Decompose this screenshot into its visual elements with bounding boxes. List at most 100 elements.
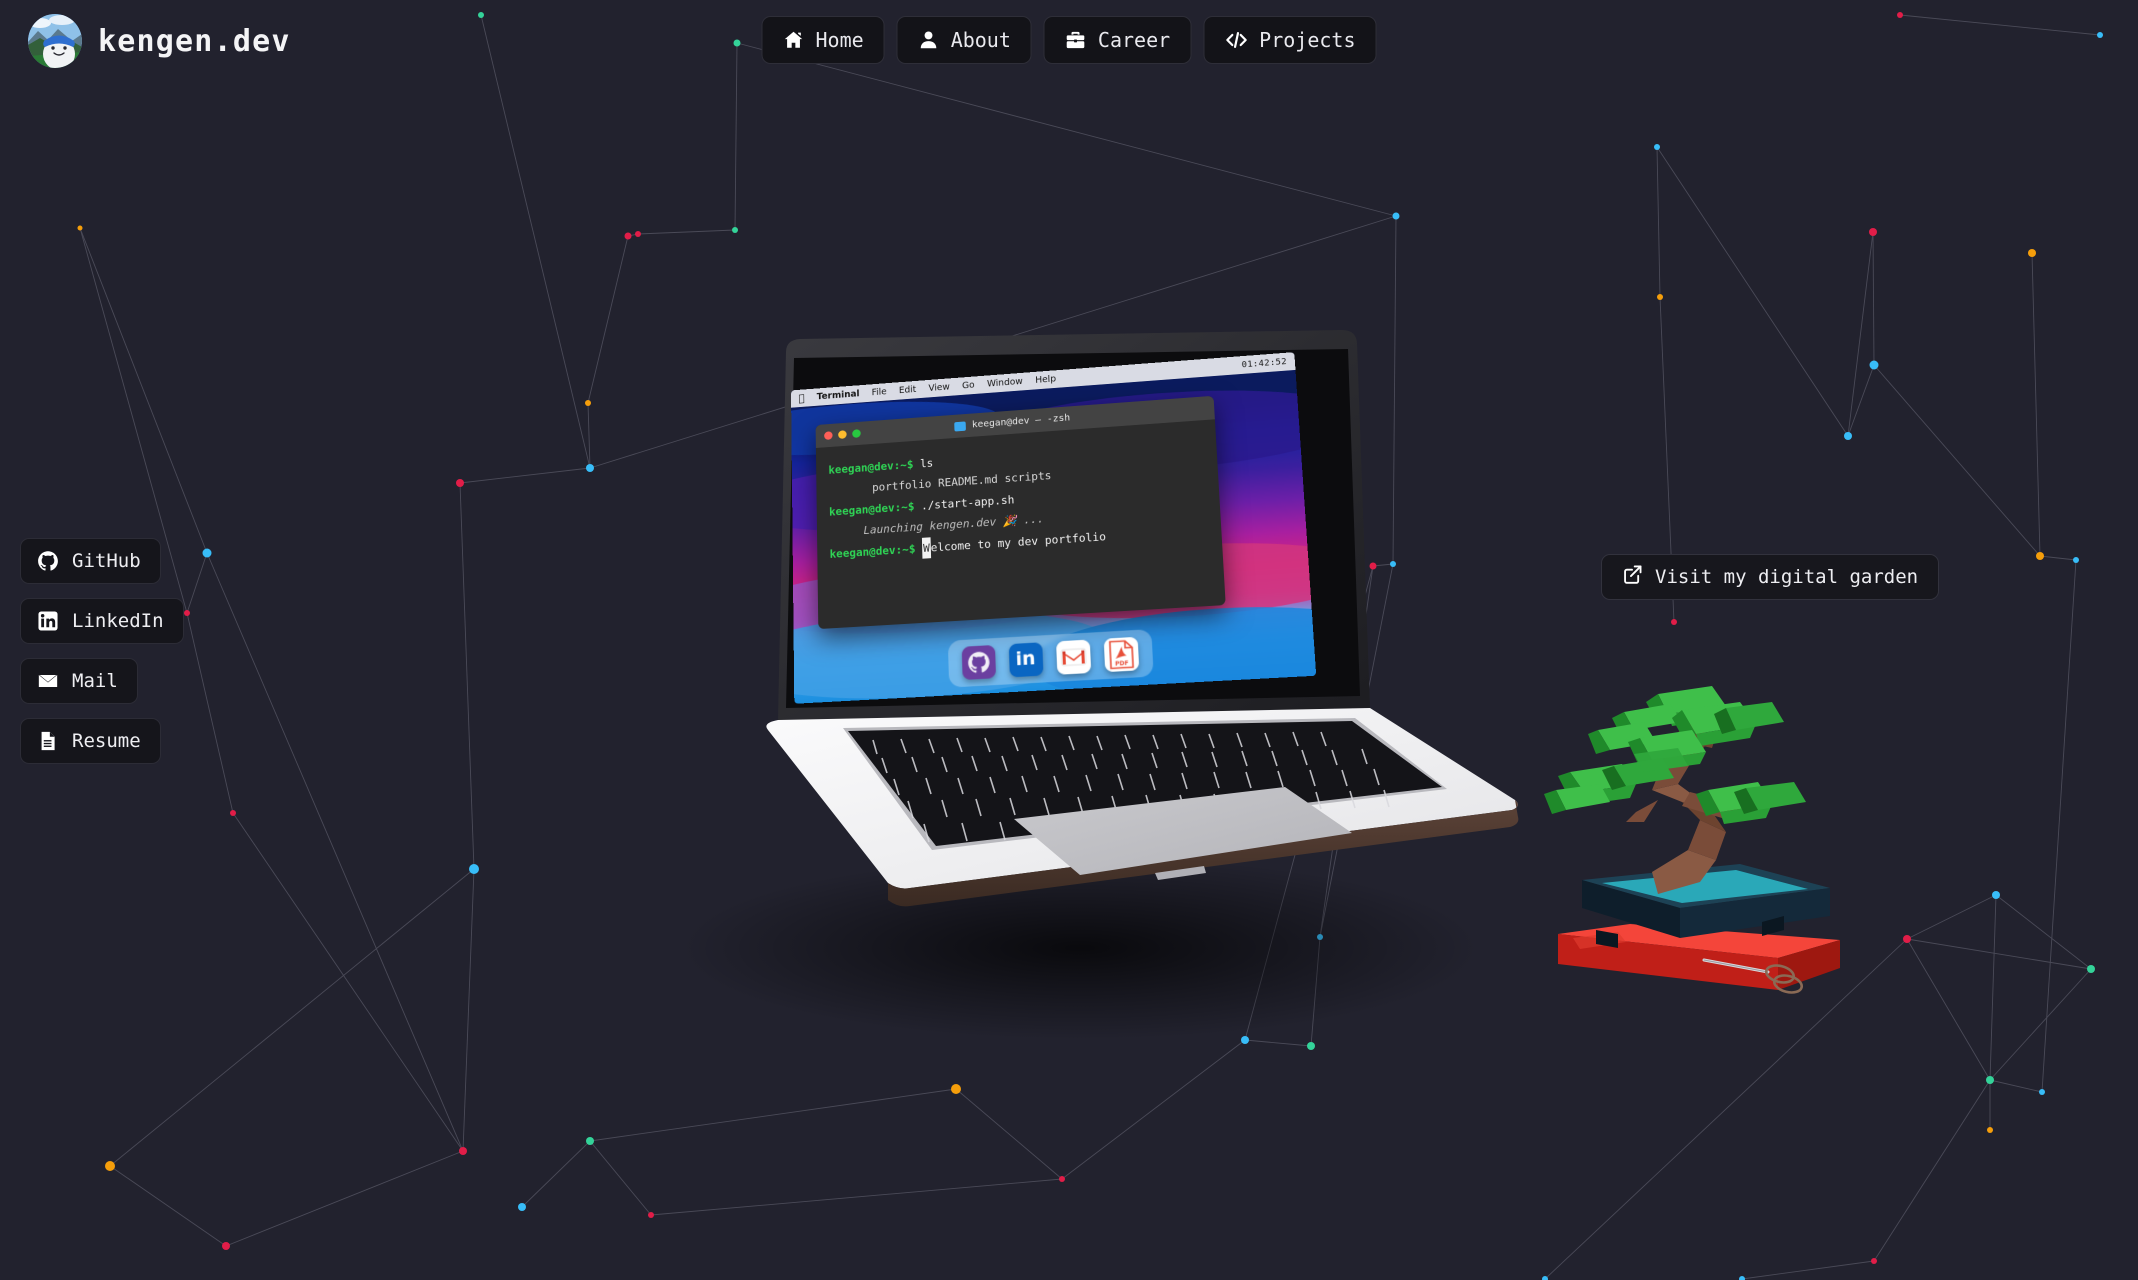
- constellation-link: [1906, 938, 2092, 970]
- constellation-node: [624, 232, 632, 240]
- constellation-node: [2073, 557, 2079, 563]
- constellation-node: [586, 1137, 594, 1145]
- brand-logo[interactable]: kengen.dev: [28, 14, 291, 68]
- avatar: [28, 14, 82, 68]
- constellation-link: [1989, 894, 1997, 1081]
- constellation-link: [955, 1088, 1063, 1180]
- constellation-node: [77, 225, 83, 231]
- constellation-node: [1844, 432, 1852, 440]
- external-link-icon: [1622, 564, 1643, 590]
- code-brackets-icon: [1224, 29, 1248, 51]
- constellation-node: [2039, 1089, 2045, 1095]
- nav-item-label: Home: [815, 28, 864, 52]
- constellation-node: [1739, 1276, 1745, 1280]
- constellation-node: [2036, 552, 2044, 560]
- constellation-node: [1657, 294, 1663, 300]
- envelope-icon: [37, 670, 59, 692]
- social-link-label: Mail: [72, 670, 118, 692]
- constellation-link: [1872, 231, 1875, 366]
- constellation-node: [1871, 1258, 1877, 1264]
- constellation-node: [222, 1242, 230, 1250]
- social-link-label: GitHub: [72, 550, 141, 572]
- constellation-link: [109, 868, 475, 1167]
- home-icon: [783, 29, 805, 51]
- constellation-node: [2028, 249, 2036, 257]
- nav-item-career[interactable]: Career: [1043, 16, 1192, 64]
- bonsai-tree-illustration: [1544, 686, 1840, 994]
- constellation-link: [232, 812, 464, 1152]
- constellation-link: [637, 229, 736, 235]
- document-icon: [37, 730, 59, 752]
- constellation-node: [469, 864, 479, 874]
- constellation-link: [225, 1150, 464, 1247]
- laptop-bezel: [786, 349, 1360, 708]
- constellation-link: [650, 1178, 1063, 1216]
- constellation-link: [2039, 555, 2077, 561]
- nav-item-label: About: [950, 28, 1011, 52]
- constellation-node: [586, 464, 594, 472]
- nav-item-projects[interactable]: Projects: [1203, 16, 1377, 64]
- constellation-node: [518, 1203, 526, 1211]
- constellation-link: [2031, 252, 2041, 557]
- social-link-resume[interactable]: Resume: [20, 718, 161, 764]
- constellation-link: [459, 467, 591, 484]
- laptop-3d-model:  Terminal File Edit View Go Window Help…: [610, 330, 1550, 1050]
- social-link-label: LinkedIn: [72, 610, 164, 632]
- constellation-node: [648, 1212, 654, 1218]
- constellation-link: [1847, 231, 1874, 437]
- nav-item-home[interactable]: Home: [761, 16, 885, 64]
- constellation-node: [635, 231, 641, 237]
- social-link-label: Resume: [72, 730, 141, 752]
- visit-digital-garden-label: Visit my digital garden: [1655, 566, 1919, 588]
- constellation-node: [1392, 212, 1400, 220]
- page-root: kengen.dev Home About Career Projects Gi…: [0, 0, 2138, 1280]
- constellation-node: [1059, 1176, 1065, 1182]
- constellation-link: [589, 1088, 957, 1142]
- visit-digital-garden-button[interactable]: Visit my digital garden: [1601, 554, 1940, 600]
- github-icon: [37, 550, 59, 572]
- constellation-node: [105, 1161, 115, 1171]
- constellation-link: [589, 1140, 652, 1216]
- constellation-link: [521, 1140, 591, 1208]
- constellation-link: [1989, 968, 2092, 1081]
- linkedin-icon: [37, 610, 59, 632]
- person-icon: [918, 29, 940, 51]
- constellation-node: [1654, 144, 1660, 150]
- laptop-body: [680, 330, 1519, 1040]
- constellation-link: [459, 482, 475, 870]
- social-link-github[interactable]: GitHub: [20, 538, 161, 584]
- constellation-link: [186, 612, 234, 814]
- constellation-node: [1903, 935, 1911, 943]
- constellation-link: [79, 227, 208, 554]
- social-link-mail[interactable]: Mail: [20, 658, 138, 704]
- constellation-node: [1987, 1127, 1993, 1133]
- constellation-node: [1986, 1076, 1994, 1084]
- constellation-link: [587, 402, 591, 469]
- constellation-node: [1992, 891, 2000, 899]
- constellation-node: [456, 479, 464, 487]
- constellation-node: [2087, 965, 2095, 973]
- nav-item-label: Projects: [1259, 28, 1356, 52]
- brand-title: kengen.dev: [98, 23, 291, 59]
- constellation-link: [1995, 894, 2092, 970]
- constellation-link: [1989, 1079, 2043, 1093]
- bonsai-3d-scene: [1540, 672, 1870, 1032]
- bonsai-foliage: [1544, 686, 1806, 824]
- constellation-node: [459, 1147, 467, 1155]
- briefcase-icon: [1065, 29, 1087, 51]
- constellation-node: [1869, 228, 1877, 236]
- constellation-link: [1906, 894, 1997, 940]
- constellation-node: [951, 1084, 961, 1094]
- social-link-linkedin[interactable]: LinkedIn: [20, 598, 184, 644]
- avatar-image: [28, 14, 82, 68]
- constellation-node: [202, 548, 212, 558]
- nav-item-about[interactable]: About: [896, 16, 1032, 64]
- constellation-link: [206, 552, 464, 1152]
- constellation-node: [1671, 619, 1677, 625]
- constellation-node: [184, 610, 190, 616]
- constellation-link: [1906, 938, 1991, 1081]
- constellation-link: [1656, 146, 1849, 437]
- constellation-link: [462, 868, 475, 1152]
- constellation-node: [1869, 360, 1879, 370]
- constellation-node: [732, 227, 738, 233]
